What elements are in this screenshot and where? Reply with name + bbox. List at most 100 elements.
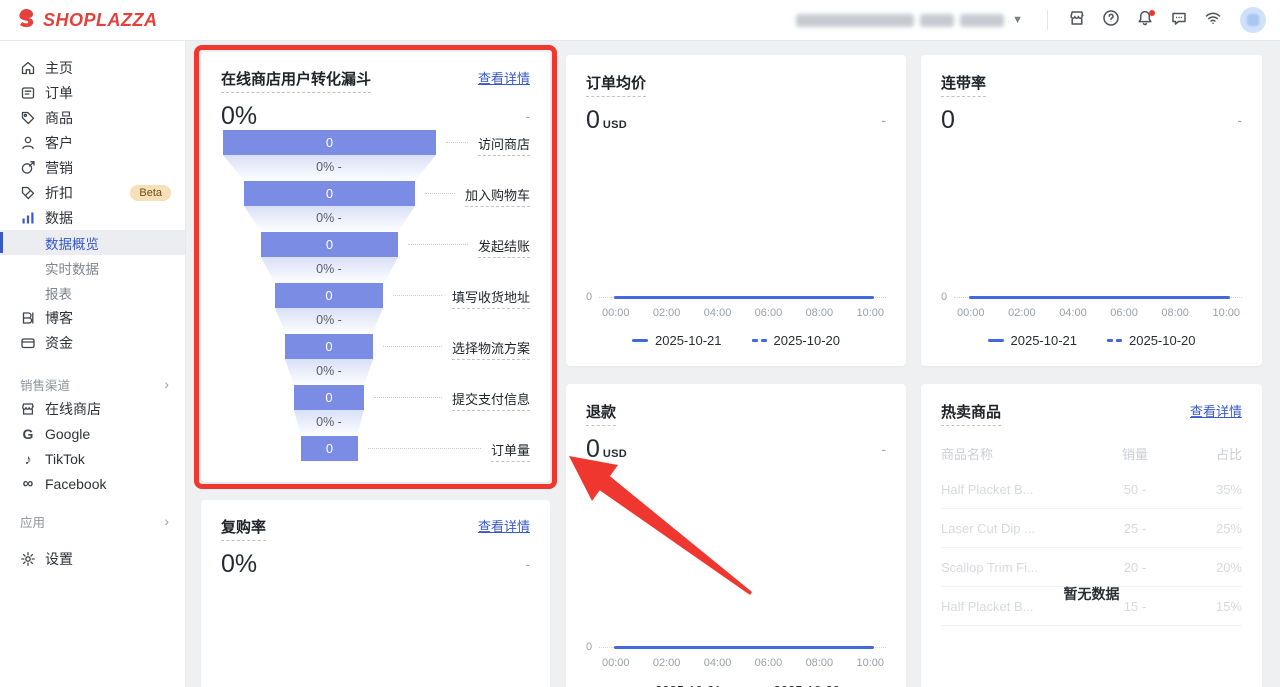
funnel-step-label: 发起结账 <box>478 236 530 258</box>
sidebar-subitem-realtime-data[interactable]: 实时数据 <box>0 255 185 280</box>
sidebar-item-online-store[interactable]: 在线商店 <box>0 396 185 421</box>
brand-logo[interactable]: SHOPLAZZA <box>16 8 158 33</box>
account-name-redacted <box>796 14 1004 27</box>
funnel-step-label: 选择物流方案 <box>452 338 530 360</box>
attach-rate-line-chart: 0 <box>941 293 1242 305</box>
funnel-step-label: 订单量 <box>491 440 530 462</box>
user-avatar[interactable] <box>1240 7 1266 33</box>
funnel-bar-add-to-cart[interactable]: 0 <box>244 181 415 206</box>
repurchase-view-details-link[interactable]: 查看详情 <box>478 516 530 535</box>
aov-value: 0USD <box>586 106 627 135</box>
wifi-icon <box>1204 9 1222 32</box>
table-header-row: 商品名称 销量 占比 <box>941 436 1242 470</box>
network-button[interactable] <box>1198 5 1228 35</box>
store-icon <box>1068 9 1086 32</box>
sidebar-item-home[interactable]: 主页 <box>0 55 185 80</box>
funnel-conversion-rate: 0% - <box>229 160 429 174</box>
sidebar-subitem-reports[interactable]: 报表 <box>0 280 185 305</box>
legend-solid-line-icon <box>632 339 648 342</box>
legend-item-yesterday[interactable]: 2025-10-20 <box>1107 333 1196 348</box>
aov-card-title: 订单均价 <box>586 72 646 97</box>
legend-item-today[interactable]: 2025-10-21 <box>632 333 722 348</box>
funnel-view-details-link[interactable]: 查看详情 <box>478 68 530 87</box>
funnel-leader-line <box>408 244 468 245</box>
help-button[interactable] <box>1096 5 1126 35</box>
x-axis-ticks: 00:0002:0004:0006:0008:0010:00 <box>602 657 884 669</box>
analytics-icon <box>20 210 36 226</box>
funnel-leader-line <box>374 397 442 398</box>
sidebar-item-facebook[interactable]: ∞ Facebook <box>0 471 185 496</box>
sidebar-item-analytics[interactable]: 数据 <box>0 205 185 230</box>
funnel-card: 在线商店用户转化漏斗 查看详情 0% - 0 0% - 0 0% - 0 0% … <box>201 52 550 482</box>
hot-products-card-title: 热卖商品 <box>941 401 1001 426</box>
sidebar-item-marketing[interactable]: 营销 <box>0 155 185 180</box>
account-dropdown[interactable]: ▼ <box>796 14 1023 27</box>
sidebar-section-sales-channels[interactable]: 销售渠道 › <box>0 372 185 396</box>
customers-icon <box>20 135 36 151</box>
funnel-bar-checkout[interactable]: 0 <box>261 232 398 257</box>
funnel-bar-payment-info[interactable]: 0 <box>294 385 364 410</box>
sidebar-item-funds[interactable]: 资金 <box>0 330 185 355</box>
dashboard-main: 在线商店用户转化漏斗 查看详情 0% - 0 0% - 0 0% - 0 0% … <box>187 41 1280 687</box>
funnel-bar-orders[interactable]: 0 <box>301 436 358 461</box>
sidebar-item-products[interactable]: 商品 <box>0 105 185 130</box>
tiktok-icon: ♪ <box>20 451 36 467</box>
store-button[interactable] <box>1062 5 1092 35</box>
refund-line-chart: 0 <box>586 643 886 655</box>
funnel-card-title: 在线商店用户转化漏斗 <box>221 68 371 93</box>
sidebar-item-settings[interactable]: 设置 <box>0 546 185 571</box>
table-row: Laser Cut Dip ... 25 - 25% <box>941 509 1242 548</box>
gear-icon <box>20 551 36 567</box>
hot-products-card: 热卖商品 查看详情 商品名称 销量 占比 Half Placket B... 5… <box>921 384 1262 687</box>
notification-badge-dot <box>1149 10 1155 16</box>
attach-rate-card: 连带率 0 - 0 00:0002:0004:0006:0008:0010:00… <box>921 55 1262 366</box>
sidebar-item-blog[interactable]: 博客 <box>0 305 185 330</box>
funnel-bar-visits[interactable]: 0 <box>223 130 436 155</box>
beta-badge: Beta <box>130 185 171 201</box>
marketing-icon <box>20 160 36 176</box>
refund-value: 0USD <box>586 435 627 464</box>
funnel-leader-line <box>446 142 468 143</box>
funnel-bar-shipping-method[interactable]: 0 <box>285 334 373 359</box>
sidebar-item-google[interactable]: G Google <box>0 421 185 446</box>
chevron-right-icon: › <box>164 376 169 392</box>
chevron-down-icon: ▼ <box>1012 14 1023 26</box>
google-icon: G <box>20 426 36 442</box>
funnel-leader-line <box>393 295 442 296</box>
hot-products-view-details-link[interactable]: 查看详情 <box>1190 401 1242 420</box>
x-axis-ticks: 00:0002:0004:0006:0008:0010:00 <box>957 307 1240 319</box>
messages-button[interactable] <box>1164 5 1194 35</box>
notifications-button[interactable] <box>1130 5 1160 35</box>
x-axis-ticks: 00:0002:0004:0006:0008:0010:00 <box>602 307 884 319</box>
refund-compare-value: - <box>881 441 886 457</box>
legend-solid-line-icon <box>988 339 1004 342</box>
aov-compare-value: - <box>881 112 886 128</box>
legend-item-yesterday[interactable]: 2025-10-20 <box>752 333 841 348</box>
chart-series-line <box>614 296 874 299</box>
chevron-right-icon: › <box>164 513 169 529</box>
legend-item-yesterday[interactable]: 2025-10-20 <box>752 683 841 687</box>
discount-icon <box>20 185 36 201</box>
funnel-leader-line <box>425 193 455 194</box>
facebook-meta-icon: ∞ <box>20 476 36 492</box>
legend-item-today[interactable]: 2025-10-21 <box>988 333 1078 348</box>
table-row: Scallop Trim Fi... 20 - 20% <box>941 548 1242 587</box>
brand-name: SHOPLAZZA <box>43 10 158 31</box>
funnel-conversion-rate: 0% - <box>229 415 429 429</box>
funnel-step-label: 提交支付信息 <box>452 389 530 411</box>
legend-item-today[interactable]: 2025-10-21 <box>632 683 722 687</box>
sidebar-item-tiktok[interactable]: ♪ TikTok <box>0 446 185 471</box>
sidebar-section-apps[interactable]: 应用 › <box>0 509 185 533</box>
sidebar-item-customers[interactable]: 客户 <box>0 130 185 155</box>
currency-label: USD <box>603 119 627 131</box>
sidebar-item-orders[interactable]: 订单 <box>0 80 185 105</box>
sidebar-item-discount[interactable]: 折扣 Beta <box>0 180 185 205</box>
funnel-conversion-rate: 0% - <box>229 211 429 225</box>
funnel-leader-line <box>383 346 442 347</box>
table-row: Half Placket B... 50 - 35% <box>941 470 1242 509</box>
funnel-bar-shipping-address[interactable]: 0 <box>275 283 383 308</box>
refund-card-title: 退款 <box>586 401 616 426</box>
sidebar-subitem-data-overview[interactable]: 数据概览 <box>0 230 185 255</box>
funds-icon <box>20 335 36 351</box>
blog-icon <box>20 310 36 326</box>
